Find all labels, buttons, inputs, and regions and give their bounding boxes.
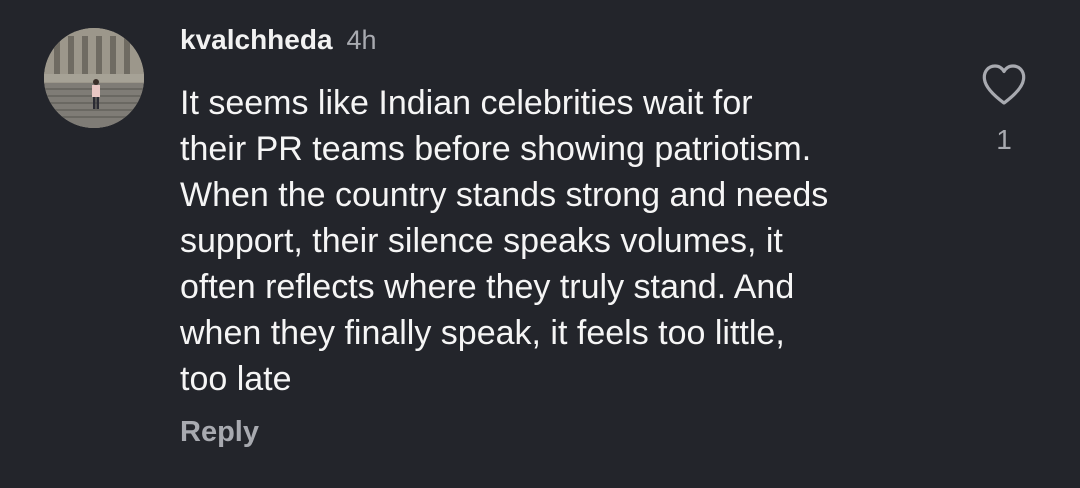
- comment-text-line: too late: [180, 360, 292, 398]
- like-button[interactable]: [980, 62, 1028, 108]
- comment-text-line: their PR teams before showing patriotism…: [180, 130, 812, 168]
- comment-text-line: when they finally speak, it feels too li…: [180, 314, 785, 352]
- comment-text-line: When the country stands strong and needs: [180, 176, 829, 214]
- heart-outline-icon: [982, 64, 1026, 105]
- comment-header: kvalchheda 4h: [180, 24, 377, 62]
- comment-time: 4h: [346, 25, 377, 55]
- comment-text-line: often reflects where they truly stand. A…: [180, 268, 795, 306]
- like-count: 1: [996, 124, 1012, 155]
- reply-button[interactable]: Reply: [180, 416, 259, 449]
- comment-text-line: It seems like Indian celebrities wait fo…: [180, 84, 753, 122]
- avatar[interactable]: [44, 28, 144, 128]
- comment-item: kvalchheda 4h It seems like Indian celeb…: [0, 0, 1080, 488]
- comment-text: It seems like Indian celebrities wait fo…: [180, 80, 950, 402]
- comment-text-line: support, their silence speaks volumes, i…: [180, 222, 783, 260]
- avatar-photo: [44, 28, 144, 128]
- username[interactable]: kvalchheda: [180, 24, 333, 56]
